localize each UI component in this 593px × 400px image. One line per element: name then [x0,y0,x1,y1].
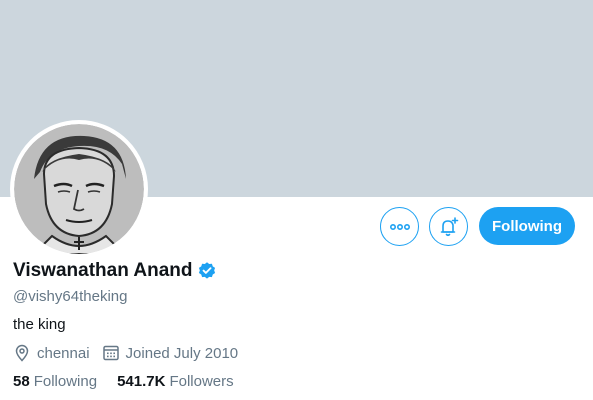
location-text: chennai [37,344,90,362]
calendar-icon [102,345,119,361]
notifications-button[interactable] [429,207,468,246]
profile-meta: chennai Joined July 2010 [13,344,250,362]
following-count: 58 [13,373,30,390]
verified-badge-icon [199,262,216,279]
followers-count: 541.7K [117,373,166,390]
followers-label: Followers [169,373,234,390]
profile-stats: 58 Following 541.7K Followers [13,373,254,390]
profile-bio: the king [13,316,66,333]
more-icon [389,223,410,230]
following-label: Following [33,373,98,390]
following-stat-link[interactable]: 58 Following [13,373,97,390]
display-name: Viswanathan Anand [13,260,193,281]
bell-plus-icon [440,216,458,236]
following-button[interactable]: Following [479,207,575,245]
location-item: chennai [13,344,90,362]
profile-avatar[interactable] [10,120,148,258]
joined-text: Joined July 2010 [125,344,239,362]
joined-item: Joined July 2010 [102,344,239,362]
profile-handle: @vishy64theking [13,288,128,305]
avatar-illustration [14,124,144,254]
name-row: Viswanathan Anand [13,260,217,282]
location-pin-icon [15,344,29,362]
more-button[interactable] [380,207,419,246]
followers-stat-link[interactable]: 541.7K Followers [117,373,234,390]
